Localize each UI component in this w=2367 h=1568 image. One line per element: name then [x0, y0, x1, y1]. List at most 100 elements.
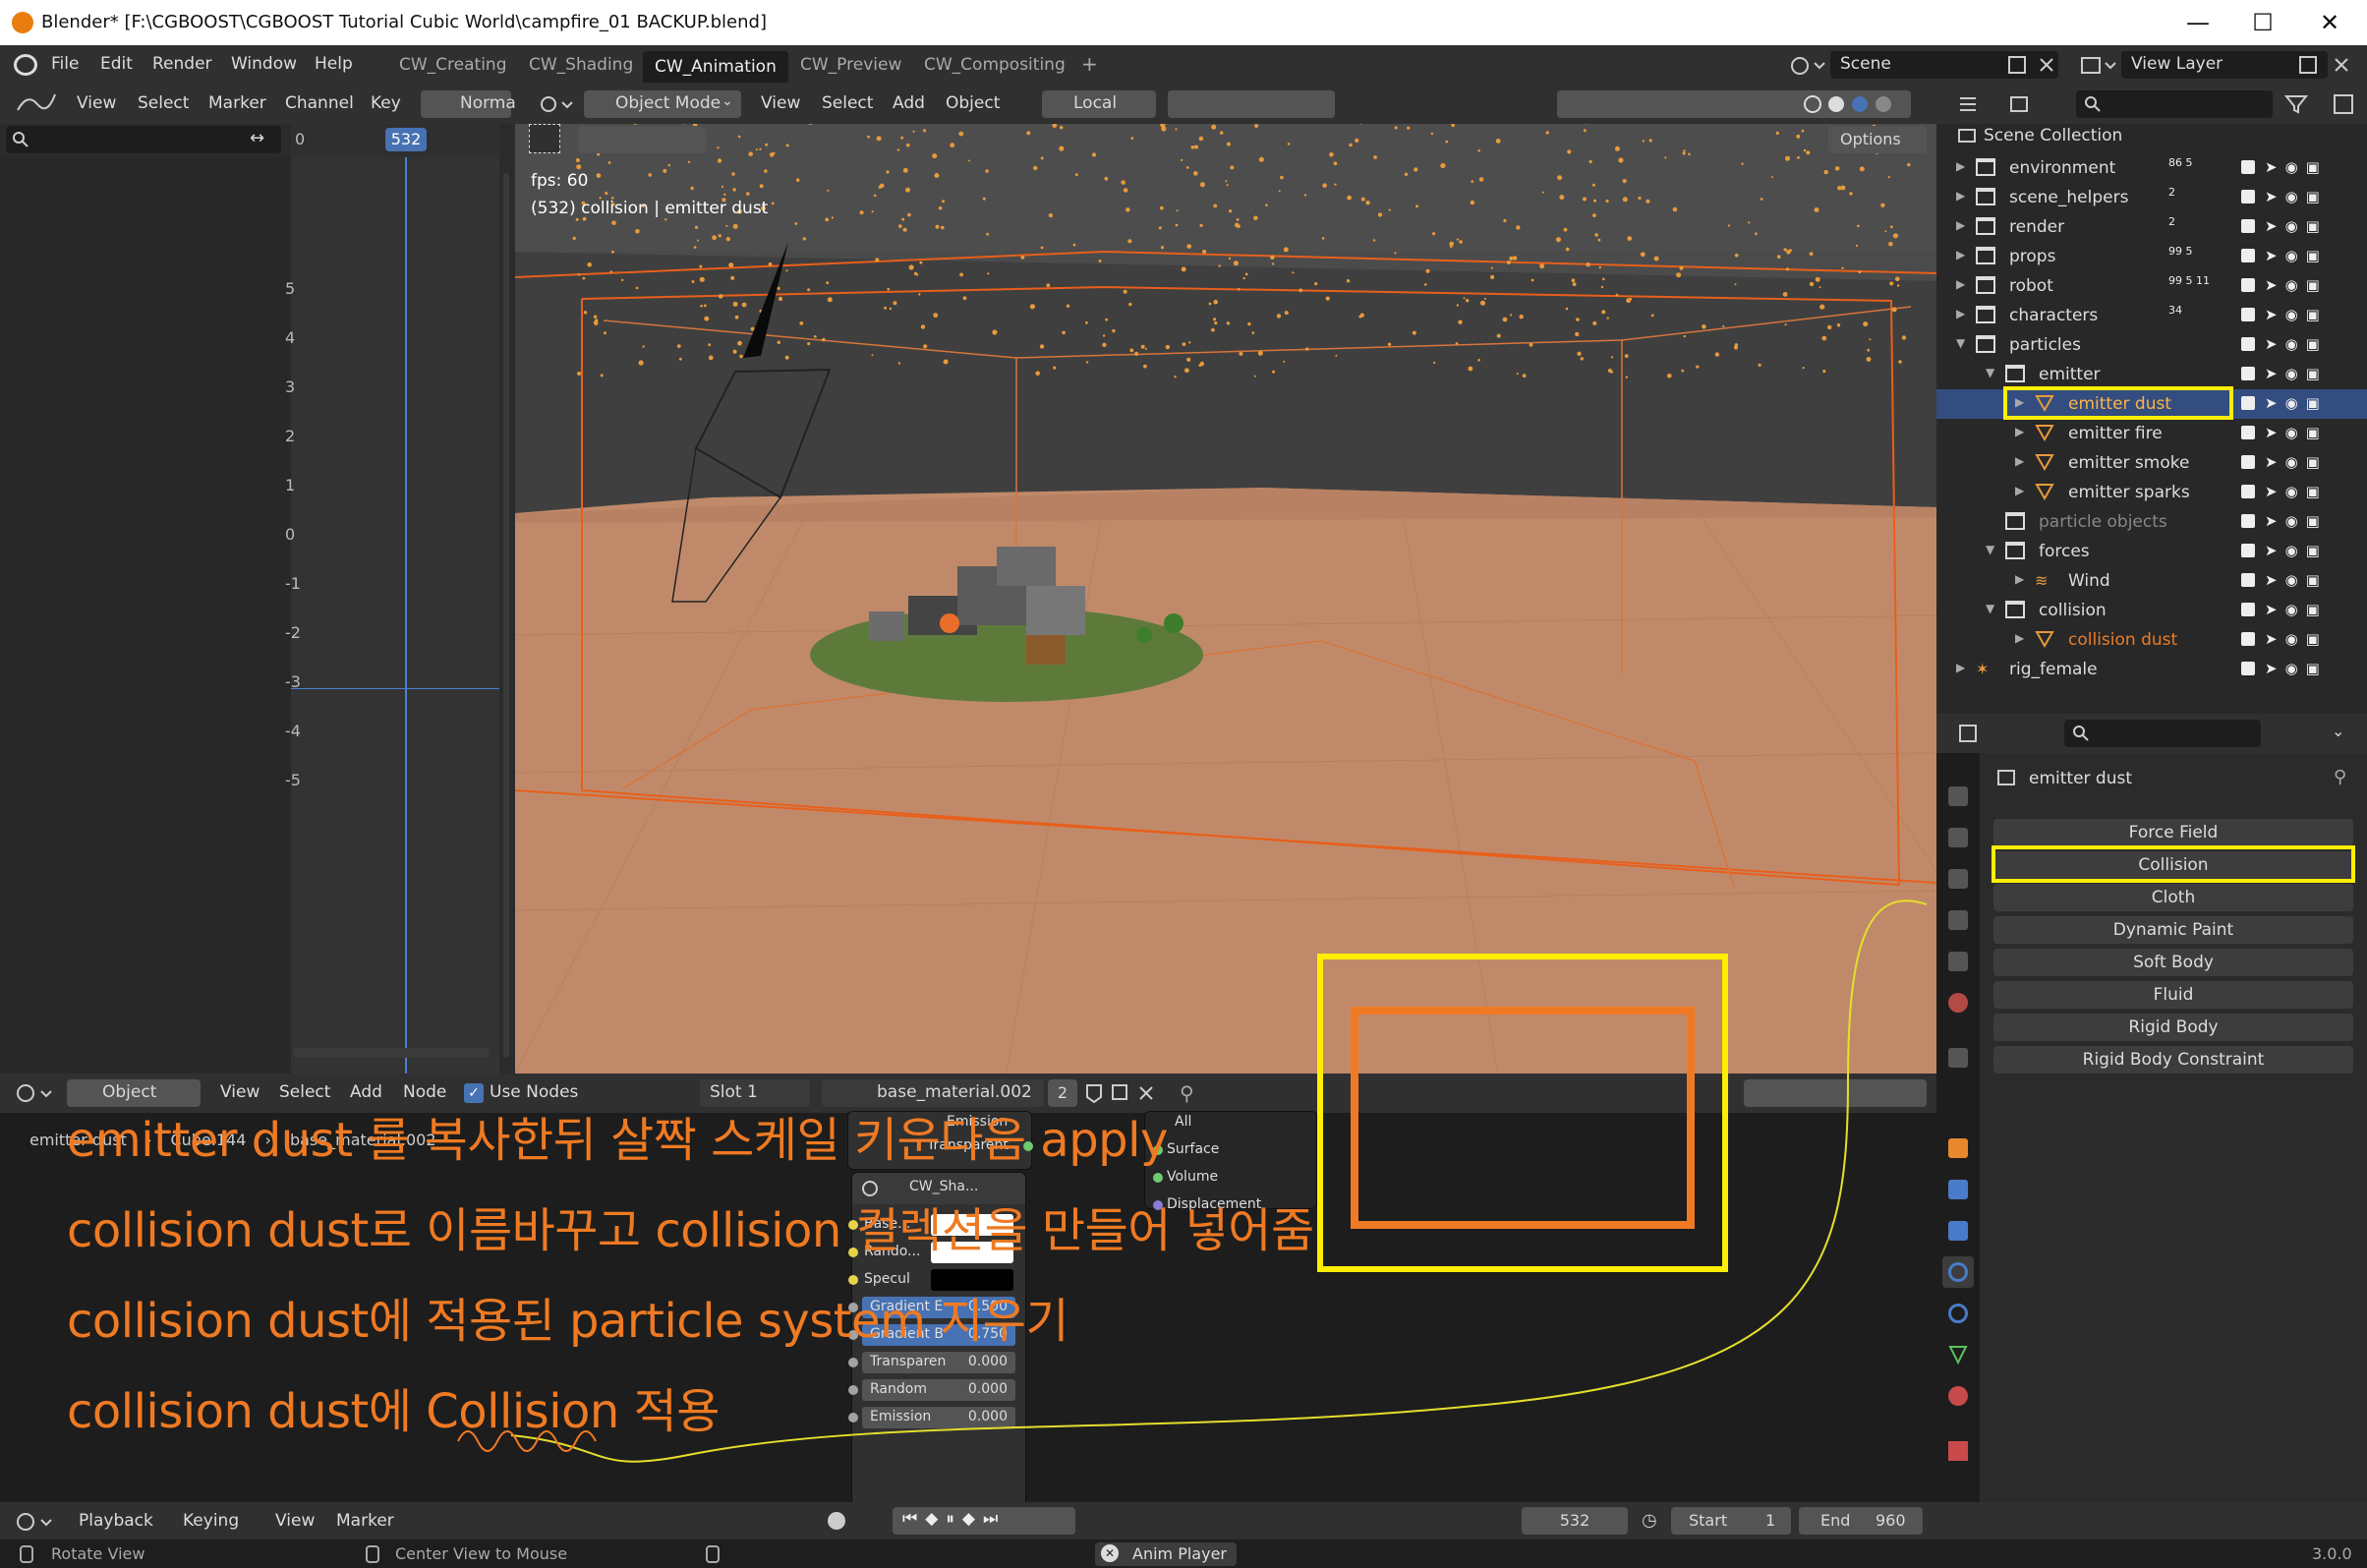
editor-type-3d-icon[interactable] — [537, 92, 576, 116]
tab-cw-preview[interactable]: CW_Preview — [790, 53, 911, 77]
texture-tab-icon[interactable] — [1948, 1441, 1968, 1461]
checkbox-icon[interactable] — [2241, 160, 2255, 174]
eye-icon[interactable]: ◉ — [2285, 247, 2298, 264]
physics-button-rigid-body[interactable]: Rigid Body — [1993, 1014, 2353, 1041]
properties-editor-icon[interactable] — [1956, 722, 1995, 745]
playback-controls[interactable]: ⏮◆⏸◆⏭ — [893, 1507, 1075, 1535]
expand-arrow-icon[interactable]: ▶ — [1956, 307, 1965, 320]
object-tab-icon[interactable] — [1948, 1138, 1968, 1158]
select-arrow-icon[interactable]: ➤ — [2265, 601, 2278, 618]
physics-button-cloth[interactable]: Cloth — [1993, 884, 2353, 911]
visibility-toggles[interactable]: ➤ ◉ ▣ — [2241, 247, 2320, 264]
end-frame-field[interactable]: End 960 — [1799, 1507, 1923, 1535]
camera-icon[interactable]: ▣ — [2306, 306, 2320, 323]
select-arrow-icon[interactable]: ➤ — [2265, 306, 2278, 323]
graph-scrollbar[interactable] — [501, 173, 511, 1077]
visibility-toggles[interactable]: ➤ ◉ ▣ — [2241, 660, 2320, 677]
select-arrow-icon[interactable]: ➤ — [2265, 453, 2278, 471]
input-socket[interactable] — [848, 1358, 858, 1367]
visibility-toggles[interactable]: ➤ ◉ ▣ — [2241, 453, 2320, 471]
data-tab-icon[interactable] — [1948, 1345, 1968, 1365]
select-arrow-icon[interactable]: ➤ — [2265, 630, 2278, 648]
material-tab-icon[interactable] — [1948, 1386, 1968, 1406]
camera-icon[interactable]: ▣ — [2306, 217, 2320, 235]
camera-icon[interactable]: ▣ — [2306, 542, 2320, 559]
add-workspace-button[interactable]: + — [1071, 50, 1108, 78]
eye-icon[interactable]: ◉ — [2285, 188, 2298, 205]
constraints-tab-icon[interactable] — [1948, 1304, 1968, 1323]
graph-area[interactable] — [291, 157, 499, 1131]
outliner-row[interactable]: ▶ environment 86 5 ➤ ◉ ▣ — [1936, 153, 2367, 183]
checkbox-icon[interactable] — [2241, 190, 2255, 203]
menu-file[interactable]: File — [51, 54, 79, 74]
physics-button-force-field[interactable]: Force Field — [1993, 819, 2353, 846]
eye-icon[interactable]: ◉ — [2285, 394, 2298, 412]
outliner-row[interactable]: particle objects ➤ ◉ ▣ — [1936, 507, 2367, 537]
timeline-menu-keying[interactable]: Keying — [183, 1511, 239, 1531]
visibility-toggles[interactable]: ➤ ◉ ▣ — [2241, 188, 2320, 205]
expand-arrow-icon[interactable]: ▶ — [2015, 572, 2024, 586]
swap-arrows-icon[interactable]: ↔ — [250, 128, 264, 148]
eye-icon[interactable]: ◉ — [2285, 424, 2298, 441]
expand-arrow-icon[interactable]: ▶ — [2015, 631, 2024, 645]
camera-icon[interactable]: ▣ — [2306, 424, 2320, 441]
camera-icon[interactable]: ▣ — [2306, 335, 2320, 353]
visibility-toggles[interactable]: ➤ ◉ ▣ — [2241, 335, 2320, 353]
expand-arrow-icon[interactable]: ▼ — [1986, 366, 1994, 379]
group-input-row[interactable]: Emission 0.000 — [848, 1407, 1015, 1428]
checkbox-icon[interactable] — [2241, 632, 2255, 646]
collection-tab-icon[interactable] — [1948, 1048, 1968, 1068]
close-icon[interactable]: ✕ — [1101, 1544, 1119, 1562]
record-button[interactable] — [828, 1512, 845, 1530]
checkbox-icon[interactable] — [2241, 308, 2255, 321]
camera-icon[interactable]: ▣ — [2306, 571, 2320, 589]
expand-arrow-icon[interactable]: ▶ — [2015, 425, 2024, 438]
checkbox-icon[interactable] — [2241, 337, 2255, 351]
visibility-toggles[interactable]: ➤ ◉ ▣ — [2241, 542, 2320, 559]
snapping-proportional-controls[interactable] — [1168, 90, 1335, 118]
view-layer-icon[interactable] — [2078, 53, 2117, 79]
selection-mode-buttons[interactable] — [578, 126, 706, 153]
select-arrow-icon[interactable]: ➤ — [2265, 571, 2278, 589]
checkbox-icon[interactable] — [2241, 573, 2255, 587]
expand-arrow-icon[interactable]: ▶ — [1956, 248, 1965, 261]
current-frame-field[interactable]: 532 — [1522, 1507, 1628, 1535]
display-mode-icon[interactable] — [2007, 92, 2047, 116]
camera-icon[interactable]: ▣ — [2306, 247, 2320, 264]
tab-cw-animation[interactable]: CW_Animation — [643, 51, 788, 83]
shader-menu-select[interactable]: Select — [279, 1082, 330, 1102]
menu-edit[interactable]: Edit — [100, 54, 133, 74]
shader-menu-node[interactable]: Node — [403, 1082, 446, 1102]
output-tab-icon[interactable] — [1948, 869, 1968, 889]
eye-icon[interactable]: ◉ — [2285, 306, 2298, 323]
visibility-toggles[interactable]: ➤ ◉ ▣ — [2241, 365, 2320, 382]
menu-render[interactable]: Render — [152, 54, 212, 74]
menu-window[interactable]: Window — [231, 54, 297, 74]
eye-icon[interactable]: ◉ — [2285, 571, 2298, 589]
eye-icon[interactable]: ◉ — [2285, 453, 2298, 471]
tab-cw-compositing[interactable]: CW_Compositing — [914, 53, 1075, 77]
current-frame-badge[interactable]: 532 — [385, 128, 427, 151]
outliner-row[interactable]: ▼ forces ➤ ◉ ▣ — [1936, 537, 2367, 566]
select-arrow-icon[interactable]: ➤ — [2265, 483, 2278, 500]
camera-icon[interactable]: ▣ — [2306, 276, 2320, 294]
shader-menu-add[interactable]: Add — [350, 1082, 382, 1102]
timeline-menu-marker[interactable]: Marker — [336, 1511, 394, 1531]
world-tab-icon[interactable] — [1948, 993, 1968, 1013]
outliner-row[interactable]: ▶ collision dust ➤ ◉ ▣ — [1936, 625, 2367, 655]
outliner-editor-icon[interactable] — [1956, 92, 1995, 116]
outliner-row[interactable]: ▶ characters 34 ➤ ◉ ▣ — [1936, 301, 2367, 330]
options-dropdown[interactable]: Options — [1828, 126, 1927, 153]
input-socket[interactable] — [1153, 1173, 1163, 1183]
select-arrow-icon[interactable]: ➤ — [2265, 188, 2278, 205]
view-layer-copy-close-icons[interactable] — [2296, 53, 2365, 77]
outliner-row[interactable]: ▼ particles ➤ ◉ ▣ — [1936, 330, 2367, 360]
visibility-toggles[interactable]: ➤ ◉ ▣ — [2241, 276, 2320, 294]
view-layer-tab-icon[interactable] — [1948, 910, 1968, 930]
outliner-row[interactable]: ▶ ✶ rig_female ➤ ◉ ▣ — [1936, 655, 2367, 684]
visibility-toggles[interactable]: ➤ ◉ ▣ — [2241, 512, 2320, 530]
menu-help[interactable]: Help — [315, 54, 353, 74]
physics-button-dynamic-paint[interactable]: Dynamic Paint — [1993, 916, 2353, 944]
expand-arrow-icon[interactable]: ▼ — [1986, 543, 1994, 556]
eye-icon[interactable]: ◉ — [2285, 217, 2298, 235]
